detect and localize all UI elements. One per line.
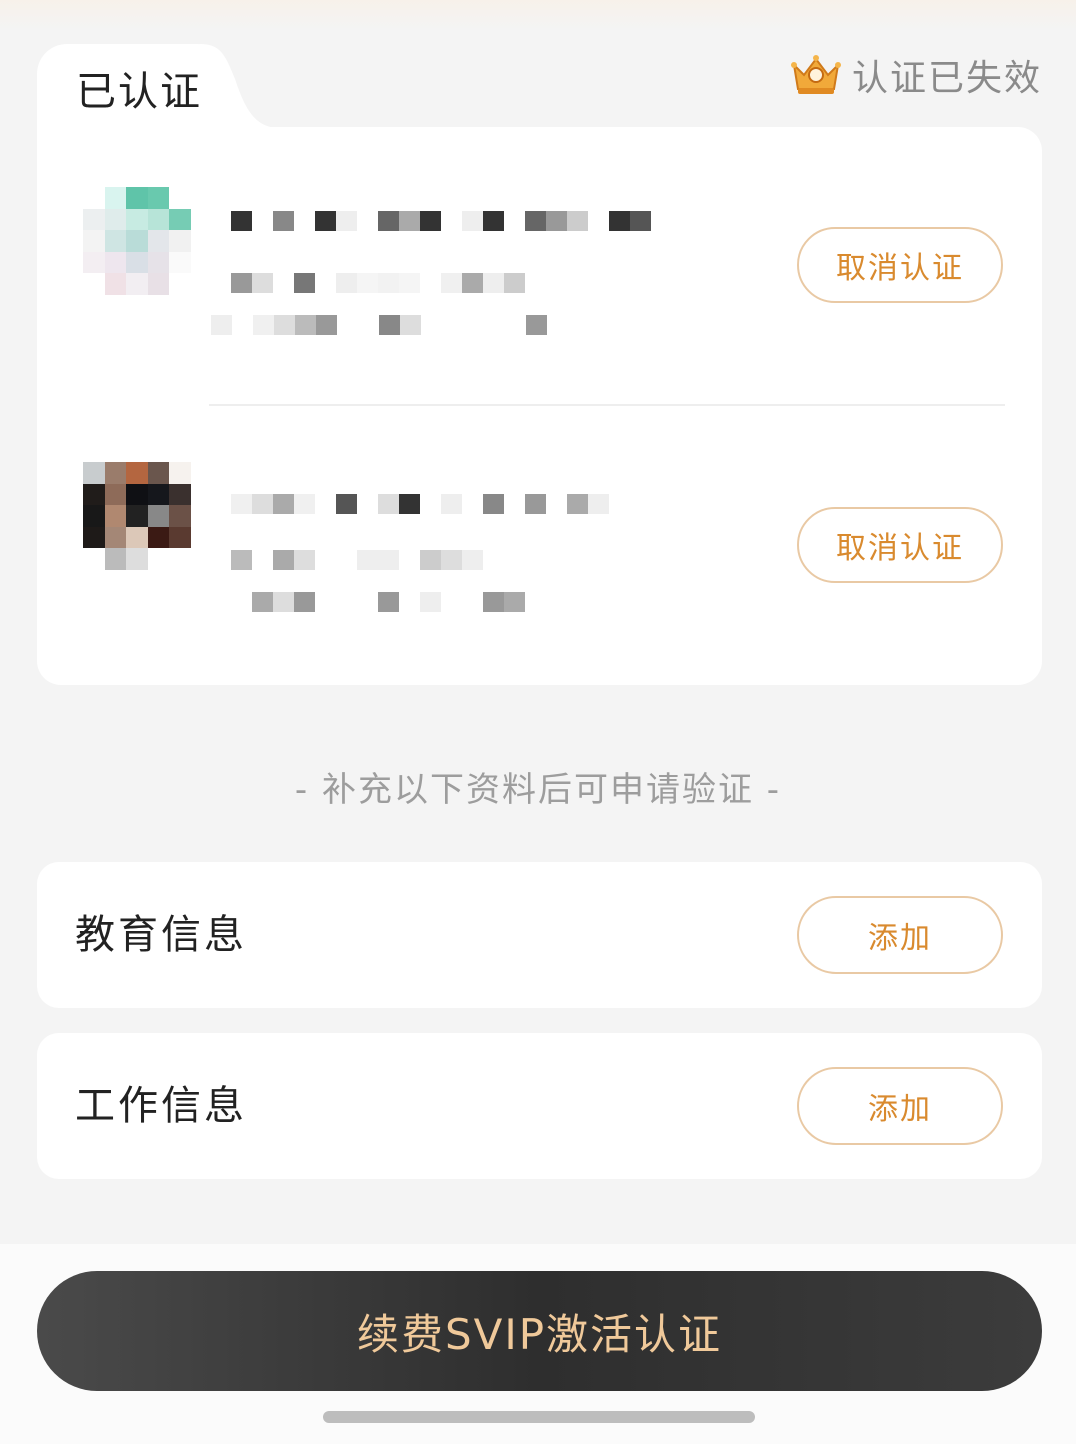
cancel-certification-button[interactable]: 取消认证 [797,507,1003,583]
work-info-card: 工作信息 添加 [37,1033,1042,1179]
renew-svip-button[interactable]: 续费SVIP激活认证 [37,1271,1042,1391]
home-indicator[interactable] [323,1411,755,1423]
divider [209,404,1005,406]
certification-expired-status: 认证已失效 [790,50,1042,100]
work-info-label: 工作信息 [75,1083,247,1129]
supplement-hint: - 补充以下资料后可申请验证 - [294,770,782,810]
verified-account-row: 取消认证 [37,167,1042,367]
account-info-redacted [209,462,709,612]
account-avatar [83,462,191,570]
education-info-label: 教育信息 [75,912,247,958]
top-fade [0,0,1076,30]
cancel-certification-button[interactable]: 取消认证 [797,227,1003,303]
add-education-button[interactable]: 添加 [797,896,1003,974]
education-info-card: 教育信息 添加 [37,862,1042,1008]
account-info-redacted [209,187,709,337]
crown-icon [790,55,841,94]
account-avatar [83,187,191,295]
expired-status-text: 认证已失效 [851,58,1042,99]
verified-account-row: 取消认证 [37,447,1042,647]
add-work-button[interactable]: 添加 [797,1067,1003,1145]
verified-accounts-card: 取消认证 取消认证 [37,127,1042,685]
verified-tab-label: 已认证 [76,69,202,115]
